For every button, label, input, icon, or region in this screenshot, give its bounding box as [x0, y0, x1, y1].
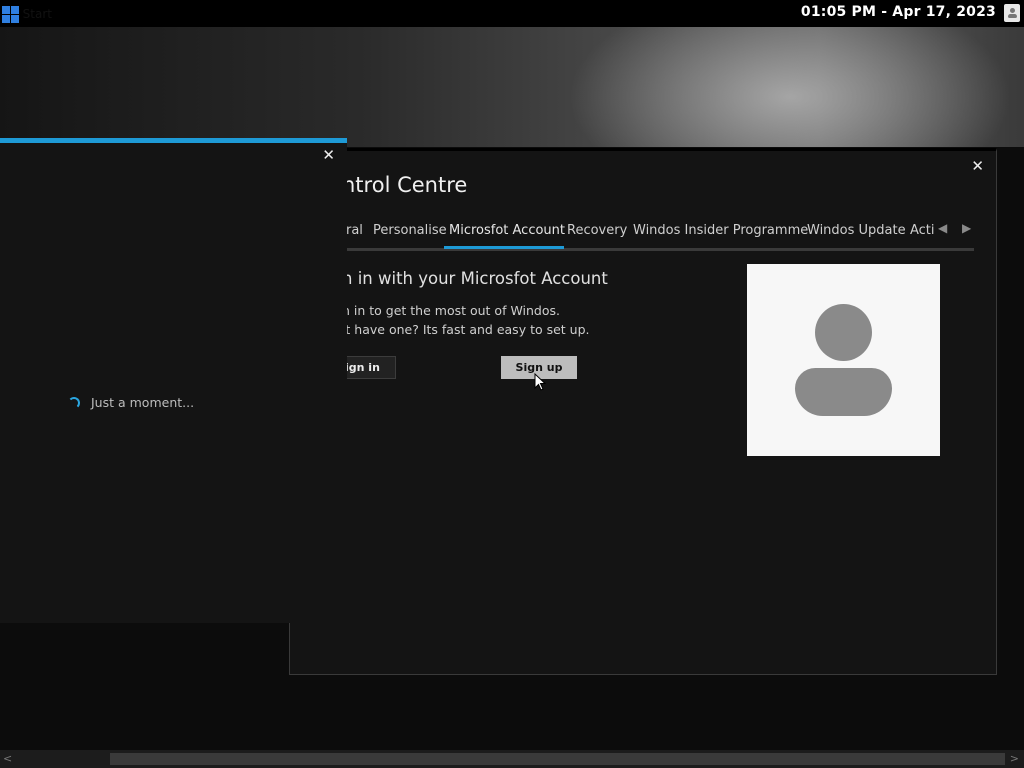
loading-window: ✕ Just a moment... — [0, 138, 347, 623]
chevron-right-icon[interactable]: ▶ — [962, 221, 971, 235]
avatar — [747, 264, 940, 456]
control-centre-window: ✕ ntrol Centre ral Personalise Microsfot… — [289, 148, 997, 675]
tab-recovery[interactable]: Recovery — [567, 223, 627, 238]
close-icon[interactable]: ✕ — [322, 146, 335, 164]
spinner-icon — [68, 397, 80, 409]
avatar-icon — [815, 304, 872, 361]
window-title: ntrol Centre — [342, 173, 468, 197]
taskbar: Start 01:05 PM - Apr 17, 2023 — [0, 0, 1024, 27]
tab-activation[interactable]: Acti — [910, 223, 935, 238]
tab-personalise[interactable]: Personalise — [373, 223, 447, 238]
clock: 01:05 PM - Apr 17, 2023 — [800, 4, 996, 20]
scroll-left-icon[interactable]: < — [3, 752, 12, 765]
scrollbar-thumb[interactable] — [110, 753, 1005, 765]
signin-description: n in to get the most out of Windos. — [342, 303, 560, 318]
loading-accent-bar — [0, 138, 347, 143]
tab-general[interactable]: ral — [346, 223, 363, 238]
chevron-left-icon[interactable]: ◀ — [938, 221, 947, 235]
active-tab-indicator — [444, 246, 564, 249]
close-icon[interactable]: ✕ — [971, 157, 984, 175]
tab-microsoft-account[interactable]: Microsfot Account — [449, 223, 565, 238]
windows-logo-icon — [2, 5, 19, 23]
start-label: Start — [22, 7, 52, 21]
sign-in-button[interactable]: ign in — [342, 356, 396, 379]
user-icon[interactable] — [1004, 4, 1020, 22]
signup-description: 't have one? Its fast and easy to set up… — [342, 322, 590, 337]
mouse-pointer-icon — [534, 373, 546, 391]
signin-heading: n in with your Microsfot Account — [342, 269, 608, 288]
horizontal-scrollbar[interactable]: < > — [0, 750, 1024, 768]
tab-windows-update[interactable]: Windos Update — [807, 223, 906, 238]
start-button[interactable]: Start — [2, 4, 52, 24]
avatar-body — [795, 368, 892, 416]
tab-bar: ral Personalise Microsfot Account Recove… — [346, 221, 974, 251]
tab-windows-insider[interactable]: Windos Insider Programme — [633, 223, 808, 238]
loading-text: Just a moment... — [91, 395, 195, 410]
scroll-right-icon[interactable]: > — [1010, 752, 1019, 765]
